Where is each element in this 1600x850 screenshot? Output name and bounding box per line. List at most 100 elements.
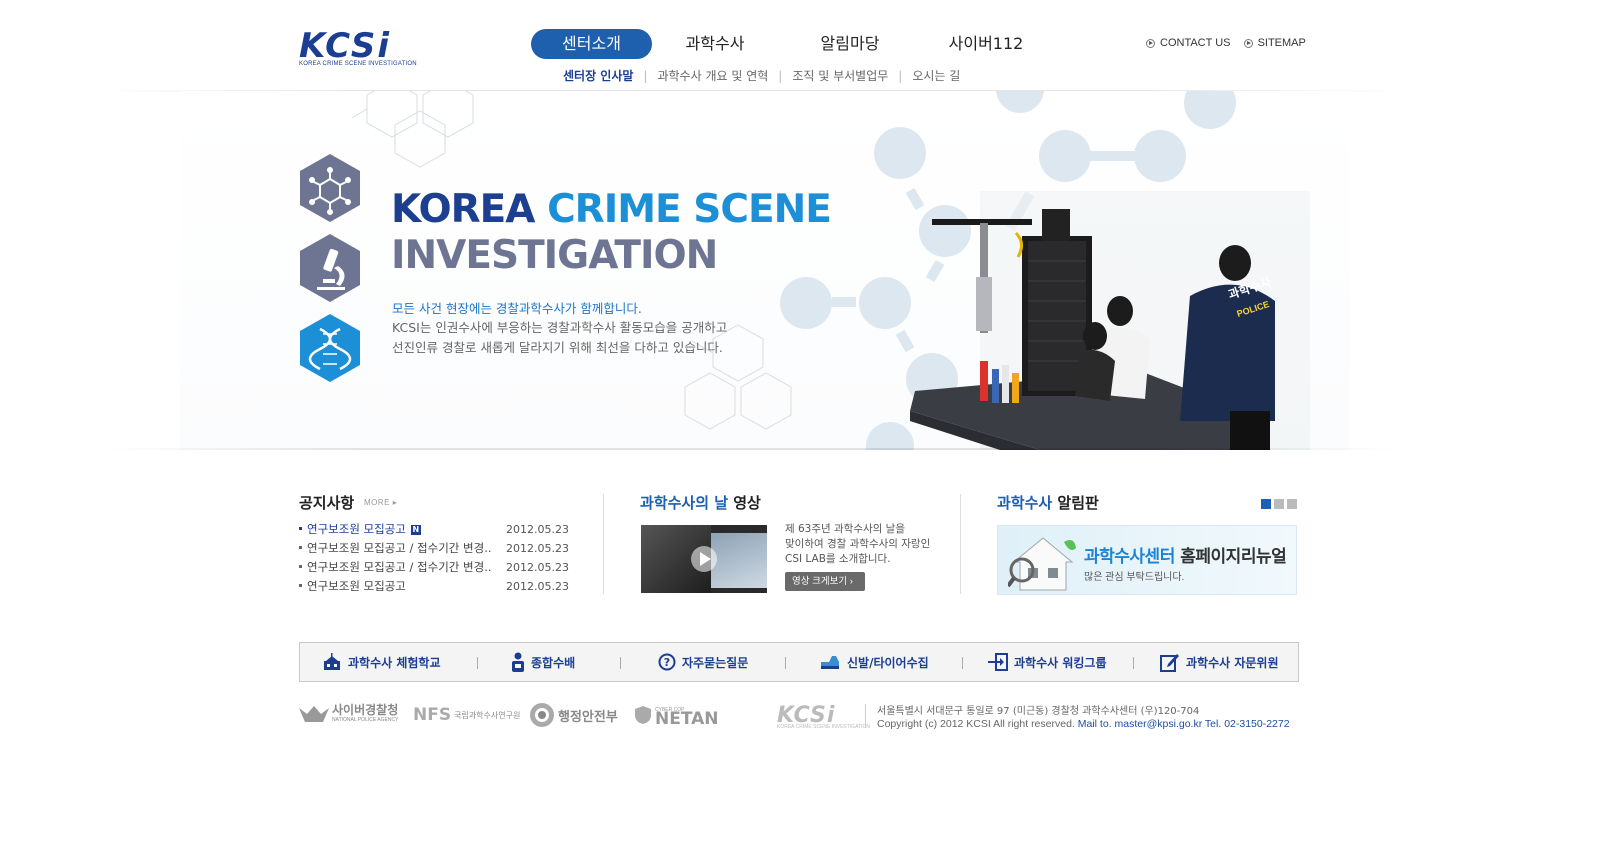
house-icon: [1008, 537, 1076, 591]
video-thumbnail[interactable]: [641, 525, 767, 593]
renewal-banner[interactable]: 과학수사센터 홈페이지리뉴얼 많은 관심 부탁드립니다.: [997, 525, 1297, 595]
molecule-icon: [300, 154, 360, 222]
question-icon: ?: [658, 653, 676, 671]
sitemap-label: SITEMAP: [1257, 37, 1306, 49]
eagle-emblem-icon: [299, 706, 329, 722]
banner-pager: [1258, 496, 1297, 514]
bullet-icon: [299, 546, 302, 549]
enlarge-video-button[interactable]: 영상 크게보기 ›: [785, 572, 865, 591]
footer-copyright: Copyright (c) 2012 KCSI All right reserv…: [877, 718, 1290, 730]
quick-link-label: 신발/타이어수집: [847, 655, 929, 670]
site-logo[interactable]: KCSi KOREA CRIME SCENE INVESTIGATION: [299, 29, 417, 67]
nav-cyber112[interactable]: 사이버112: [946, 29, 1026, 59]
footer-copyright-text: Copyright (c) 2012 KCSI All right reserv…: [877, 718, 1075, 730]
hero-banner: 과학수사 POLICE KOREA CRIME SCENE INVESTIGAT…: [180, 91, 1350, 450]
contact-us-label: CONTACT US: [1160, 37, 1231, 49]
notice-item-date: 2012.05.23: [506, 580, 569, 593]
subnav-organization[interactable]: 조직 및 부서별업무: [792, 67, 888, 84]
board-title-highlight: 과학수사: [997, 494, 1053, 512]
quick-link-experience-school[interactable]: 과학수사 체험학교: [322, 643, 441, 681]
more-arrow-icon: ▸: [392, 498, 398, 507]
pager-dot-1[interactable]: [1261, 499, 1271, 509]
play-icon[interactable]: [691, 546, 717, 572]
subnav-directions[interactable]: 오시는 길: [912, 67, 960, 84]
footer-kcsi-subtitle: KOREA CRIME SCENE INVESTIGATION: [777, 724, 870, 730]
notice-item-date: 2012.05.23: [506, 561, 569, 574]
school-icon: [324, 653, 340, 670]
divider: [1133, 657, 1134, 669]
banner-subtext: 많은 관심 부탁드립니다.: [1084, 572, 1185, 583]
quick-link-wanted[interactable]: 종합수배: [511, 643, 575, 681]
divider: |: [643, 69, 648, 83]
quick-link-faq[interactable]: ? 자주묻는질문: [658, 643, 748, 681]
quick-link-shoe-tire[interactable]: 신발/타이어수집: [819, 643, 929, 681]
footer-logo-netan-name: NETAN: [655, 709, 719, 729]
hero-lead-text: 모든 사건 현장에는 경찰과학수사가 함께합니다.: [392, 301, 642, 316]
bullet-icon: [299, 565, 302, 568]
quick-link-label: 과학수사 체험학교: [348, 655, 441, 670]
footer-logo-mois-name: 행정안전부: [558, 708, 618, 724]
login-icon: [988, 653, 1008, 671]
banner-headline-rest: 홈페이지리뉴얼: [1174, 547, 1287, 567]
quick-link-working-group[interactable]: 과학수사 워킹그룹: [988, 643, 1107, 681]
quick-link-label: 과학수사 워킹그룹: [1014, 655, 1107, 670]
notice-more-link[interactable]: MORE ▸: [364, 498, 397, 507]
notice-item-title: 연구보조원 모집공고 / 접수기간 변경..: [307, 560, 492, 574]
microscope-icon: [300, 234, 360, 302]
video-desc-line-2: 맞이하여 경찰 과학수사의 자랑인: [785, 538, 931, 550]
footer-logo-nfs[interactable]: NFS 국립과학수사연구원: [413, 700, 520, 730]
wanted-person-icon: [512, 652, 524, 672]
quick-link-label: 종합수배: [531, 655, 576, 670]
quick-link-label: 자주묻는질문: [682, 655, 749, 670]
hero-desc-line-1: KCSI는 인권수사에 부응하는 경찰과학수사 활동모습을 공개하고: [392, 320, 728, 335]
contact-us-link[interactable]: CONTACT US: [1146, 37, 1231, 49]
pager-dot-3[interactable]: [1287, 499, 1297, 509]
enlarge-video-label: 영상 크게보기: [792, 576, 848, 587]
nav-notice-board[interactable]: 알림마당: [810, 29, 890, 59]
arrow-circle-icon: [1146, 38, 1155, 48]
hero-title: KOREA CRIME SCENE: [391, 188, 832, 232]
notice-item[interactable]: 연구보조원 모집공고 N 2012.05.23: [299, 520, 569, 539]
logo-subtitle: KOREA CRIME SCENE INVESTIGATION: [299, 61, 417, 67]
new-badge-icon: N: [410, 524, 421, 535]
quick-link-advisory[interactable]: 과학수사 자문위원: [1160, 643, 1279, 681]
bullet-icon: [299, 584, 302, 587]
footer-contact[interactable]: Mail to. master@kpsi.go.kr Tel. 02-3150-…: [1078, 718, 1290, 730]
board-title-rest: 알림판: [1052, 494, 1099, 512]
subnav-overview[interactable]: 과학수사 개요 및 연혁: [657, 67, 768, 84]
notice-list: 연구보조원 모집공고 N 2012.05.23 연구보조원 모집공고 / 접수기간 …: [299, 520, 569, 596]
quick-link-label: 과학수사 자문위원: [1186, 655, 1279, 670]
nav-center-intro[interactable]: 센터소개: [531, 29, 652, 59]
subnav-greeting[interactable]: 센터장 인사말: [563, 67, 633, 84]
banner-headline-highlight: 과학수사센터: [1084, 547, 1175, 567]
footer-logo-netan[interactable]: CYBER COP NETAN: [633, 700, 719, 730]
sub-nav: 센터장 인사말 | 과학수사 개요 및 연혁 | 조직 및 부서별업무 | 오시는 길: [563, 67, 960, 84]
video-title-highlight: 과학수사의 날: [640, 494, 729, 512]
notice-item[interactable]: 연구보조원 모집공고 / 접수기간 변경.. 2012.05.23: [299, 539, 569, 558]
pager-dot-2[interactable]: [1274, 499, 1284, 509]
government-emblem-icon: [530, 703, 554, 727]
notice-item-date: 2012.05.23: [506, 523, 569, 536]
sitemap-link[interactable]: SITEMAP: [1243, 37, 1306, 49]
quick-links-bar: 과학수사 체험학교 종합수배 ? 자주묻는질문 신발/타이어수집 과학수사 워킹…: [299, 642, 1299, 682]
video-desc-line-1: 제 63주년 과학수사의 날을: [785, 523, 905, 535]
nav-forensics[interactable]: 과학수사: [675, 29, 755, 59]
hero-desc-line-2: 선진인류 경찰로 새롭게 달라지기 위해 최선을 다하고 있습니다.: [392, 340, 723, 355]
video-description: 제 63주년 과학수사의 날을 맞이하여 경찰 과학수사의 자랑인 CSI LA…: [785, 522, 930, 567]
notice-item[interactable]: 연구보조원 모집공고 2012.05.23: [299, 577, 569, 596]
video-desc-line-3: CSI LAB를 소개합니다.: [785, 553, 891, 565]
footer-logo-police[interactable]: 사이버경찰청 NATIONAL POLICE AGENCY: [299, 700, 398, 730]
chevron-right-icon: ›: [849, 576, 853, 587]
notice-item-date: 2012.05.23: [506, 542, 569, 555]
board-title: 과학수사 알림판: [997, 492, 1099, 513]
notice-item[interactable]: 연구보조원 모집공고 / 접수기간 변경.. 2012.05.23: [299, 558, 569, 577]
svg-text:?: ?: [664, 656, 670, 669]
edit-icon: [1160, 654, 1179, 672]
section-divider: [960, 494, 961, 594]
footer-logo-mois[interactable]: 행정안전부: [529, 700, 618, 730]
divider: [477, 657, 478, 669]
shield-icon: [635, 706, 651, 724]
divider: |: [778, 69, 783, 83]
video-frame-right: [711, 533, 767, 588]
video-title: 과학수사의 날 영상: [640, 492, 761, 513]
